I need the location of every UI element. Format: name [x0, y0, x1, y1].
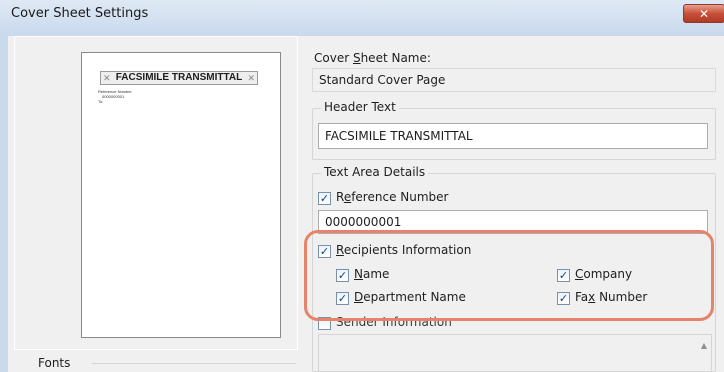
- preview-x-icon: ✕: [103, 73, 111, 83]
- reference-number-checkbox[interactable]: ✓: [318, 192, 331, 205]
- close-icon: ✕: [698, 7, 710, 21]
- cover-preview-panel: ✕ FACSIMILE TRANSMITTAL ✕ Reference Numb…: [14, 36, 298, 350]
- header-text-input[interactable]: FACSIMILE TRANSMITTAL: [318, 123, 708, 149]
- header-text-label: Header Text: [321, 100, 399, 114]
- cover-preview-page: ✕ FACSIMILE TRANSMITTAL ✕ Reference Numb…: [81, 52, 281, 338]
- sender-information-textarea[interactable]: ▲: [318, 334, 712, 372]
- dialog-body: ✕ FACSIMILE TRANSMITTAL ✕ Reference Numb…: [8, 36, 724, 372]
- fonts-group-border: [92, 363, 296, 364]
- preview-header-text: FACSIMILE TRANSMITTAL: [115, 72, 243, 83]
- cover-sheet-name-label: Cover Sheet Name:: [314, 51, 431, 65]
- annotation-highlight: [304, 230, 714, 321]
- preview-x-icon: ✕: [247, 73, 255, 83]
- title-bar: Cover Sheet Settings ✕: [0, 0, 724, 36]
- text-area-details-label: Text Area Details: [321, 165, 429, 179]
- preview-header: ✕ FACSIMILE TRANSMITTAL ✕: [100, 71, 258, 85]
- preview-line: To:: [98, 99, 104, 104]
- preview-line: 0000000001: [102, 94, 125, 99]
- window-title: Cover Sheet Settings: [11, 6, 149, 21]
- scroll-up-icon[interactable]: ▲: [701, 341, 707, 350]
- cover-sheet-name-field: Standard Cover Page: [312, 68, 716, 92]
- reference-number-label: Reference Number: [336, 190, 449, 204]
- close-button[interactable]: ✕: [683, 4, 724, 23]
- fonts-group-label: Fonts: [38, 356, 71, 370]
